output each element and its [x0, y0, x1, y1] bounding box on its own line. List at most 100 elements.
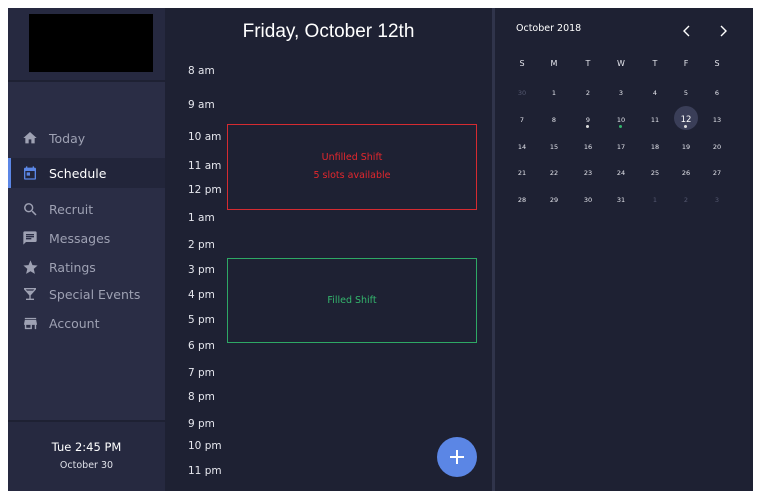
unfilled-shift[interactable]: Unfilled Shift 5 slots available — [227, 124, 477, 210]
event-dot — [684, 125, 687, 128]
sidebar-item-label: Today — [49, 130, 86, 146]
hour-label: 11 am — [188, 160, 222, 172]
message-icon — [21, 229, 39, 247]
hour-label: 10 pm — [188, 440, 222, 452]
calendar-day[interactable]: 19 — [670, 136, 702, 158]
calendar-day[interactable]: 16 — [572, 136, 604, 158]
calendar-day[interactable]: 3 — [605, 82, 637, 104]
calendar-day[interactable]: 25 — [639, 162, 671, 184]
calendar-day[interactable]: 1 — [538, 82, 570, 104]
calendar-day[interactable]: 31 — [605, 189, 637, 211]
sidebar-item-label: Account — [49, 315, 100, 331]
calendar-day[interactable]: 20 — [701, 136, 733, 158]
calendar-day[interactable]: 29 — [538, 189, 570, 211]
store-icon — [21, 314, 39, 332]
hour-label: 10 am — [188, 131, 222, 143]
day-number: 12 — [680, 115, 692, 125]
hour-label: 8 am — [188, 65, 215, 77]
chevron-left-icon — [683, 25, 690, 37]
day-number: 26 — [681, 169, 691, 177]
calendar-day[interactable]: 7 — [506, 109, 538, 131]
sidebar-item-special-events[interactable]: Special Events — [8, 279, 165, 309]
day-number: 7 — [519, 116, 525, 124]
day-number: 2 — [585, 89, 591, 97]
plus-icon — [450, 450, 464, 464]
day-number: 3 — [714, 196, 720, 204]
day-number: 23 — [583, 169, 593, 177]
day-number: 16 — [583, 143, 593, 151]
calendar-day-selected[interactable]: 12 — [670, 106, 702, 131]
add-shift-button[interactable] — [437, 437, 477, 477]
calendar-day[interactable]: 4 — [639, 82, 671, 104]
calendar-month-label: October 2018 — [516, 23, 582, 34]
weekday-label: S — [519, 59, 525, 68]
calendar-day[interactable]: 26 — [670, 162, 702, 184]
sidebar-item-label: Messages — [49, 230, 111, 246]
sidebar-item-messages[interactable]: Messages — [8, 223, 165, 253]
hour-label: 12 pm — [188, 184, 222, 196]
calendar-day[interactable]: 9 — [572, 109, 604, 131]
calendar-day[interactable]: 27 — [701, 162, 733, 184]
day-number: 1 — [551, 89, 557, 97]
calendar-day[interactable]: 10 — [605, 109, 637, 131]
calendar-day[interactable]: 23 — [572, 162, 604, 184]
hour-label: 9 am — [188, 99, 215, 111]
sidebar-item-ratings[interactable]: Ratings — [8, 252, 165, 282]
hour-label: 3 pm — [188, 264, 215, 276]
day-number: 4 — [652, 89, 658, 97]
day-number: 28 — [517, 196, 527, 204]
day-number: 8 — [551, 116, 557, 124]
hour-label: 4 pm — [188, 289, 215, 301]
shift-title: Filled Shift — [327, 294, 377, 306]
sidebar-item-today[interactable]: Today — [8, 123, 165, 153]
hour-label: 8 pm — [188, 391, 215, 403]
weekday-label: T — [585, 59, 591, 68]
month-calendar: October 2018 S M T W T F S 30 1 2 3 4 5 … — [495, 8, 753, 491]
calendar-day[interactable]: 14 — [506, 136, 538, 158]
calendar-day[interactable]: 18 — [639, 136, 671, 158]
day-number: 30 — [517, 89, 527, 97]
filled-shift[interactable]: Filled Shift — [227, 258, 477, 343]
calendar-day[interactable]: 13 — [701, 109, 733, 131]
calendar-day[interactable]: 8 — [538, 109, 570, 131]
calendar-day[interactable]: 11 — [639, 109, 671, 131]
calendar-day[interactable]: 3 — [701, 189, 733, 211]
calendar-day[interactable]: 1 — [639, 189, 671, 211]
sidebar-item-label: Schedule — [49, 165, 107, 181]
day-number: 22 — [549, 169, 559, 177]
shift-title: Unfilled Shift — [321, 152, 383, 163]
hour-label: 9 pm — [188, 418, 215, 430]
calendar-day[interactable]: 2 — [572, 82, 604, 104]
sidebar-item-schedule[interactable]: Schedule — [8, 158, 165, 188]
prev-month-button[interactable] — [677, 21, 697, 41]
calendar-day[interactable]: 28 — [506, 189, 538, 211]
day-number: 1 — [652, 196, 658, 204]
sidebar-item-account[interactable]: Account — [8, 308, 165, 338]
sidebar-item-recruit[interactable]: Recruit — [8, 194, 165, 224]
calendar-day[interactable]: 5 — [670, 82, 702, 104]
sidebar-item-label: Special Events — [49, 286, 141, 302]
day-number: 3 — [618, 89, 624, 97]
day-number: 13 — [712, 116, 722, 124]
current-time: Tue 2:45 PM — [51, 440, 122, 454]
calendar-day[interactable]: 24 — [605, 162, 637, 184]
weekday-label: M — [550, 59, 558, 68]
next-month-button[interactable] — [713, 21, 733, 41]
calendar-day[interactable]: 17 — [605, 136, 637, 158]
day-number: 10 — [616, 116, 626, 124]
calendar-day[interactable]: 30 — [506, 82, 538, 104]
calendar-day[interactable]: 2 — [670, 189, 702, 211]
search-icon — [21, 200, 39, 218]
day-number: 19 — [681, 143, 691, 151]
calendar-day[interactable]: 22 — [538, 162, 570, 184]
hour-label: 5 pm — [188, 314, 215, 326]
day-number: 30 — [583, 196, 593, 204]
day-number: 14 — [517, 143, 527, 151]
hour-label: 11 pm — [188, 465, 222, 477]
calendar-day[interactable]: 15 — [538, 136, 570, 158]
calendar-day[interactable]: 21 — [506, 162, 538, 184]
hour-label: 7 pm — [188, 367, 215, 379]
day-number: 6 — [714, 89, 720, 97]
calendar-day[interactable]: 30 — [572, 189, 604, 211]
calendar-day[interactable]: 6 — [701, 82, 733, 104]
